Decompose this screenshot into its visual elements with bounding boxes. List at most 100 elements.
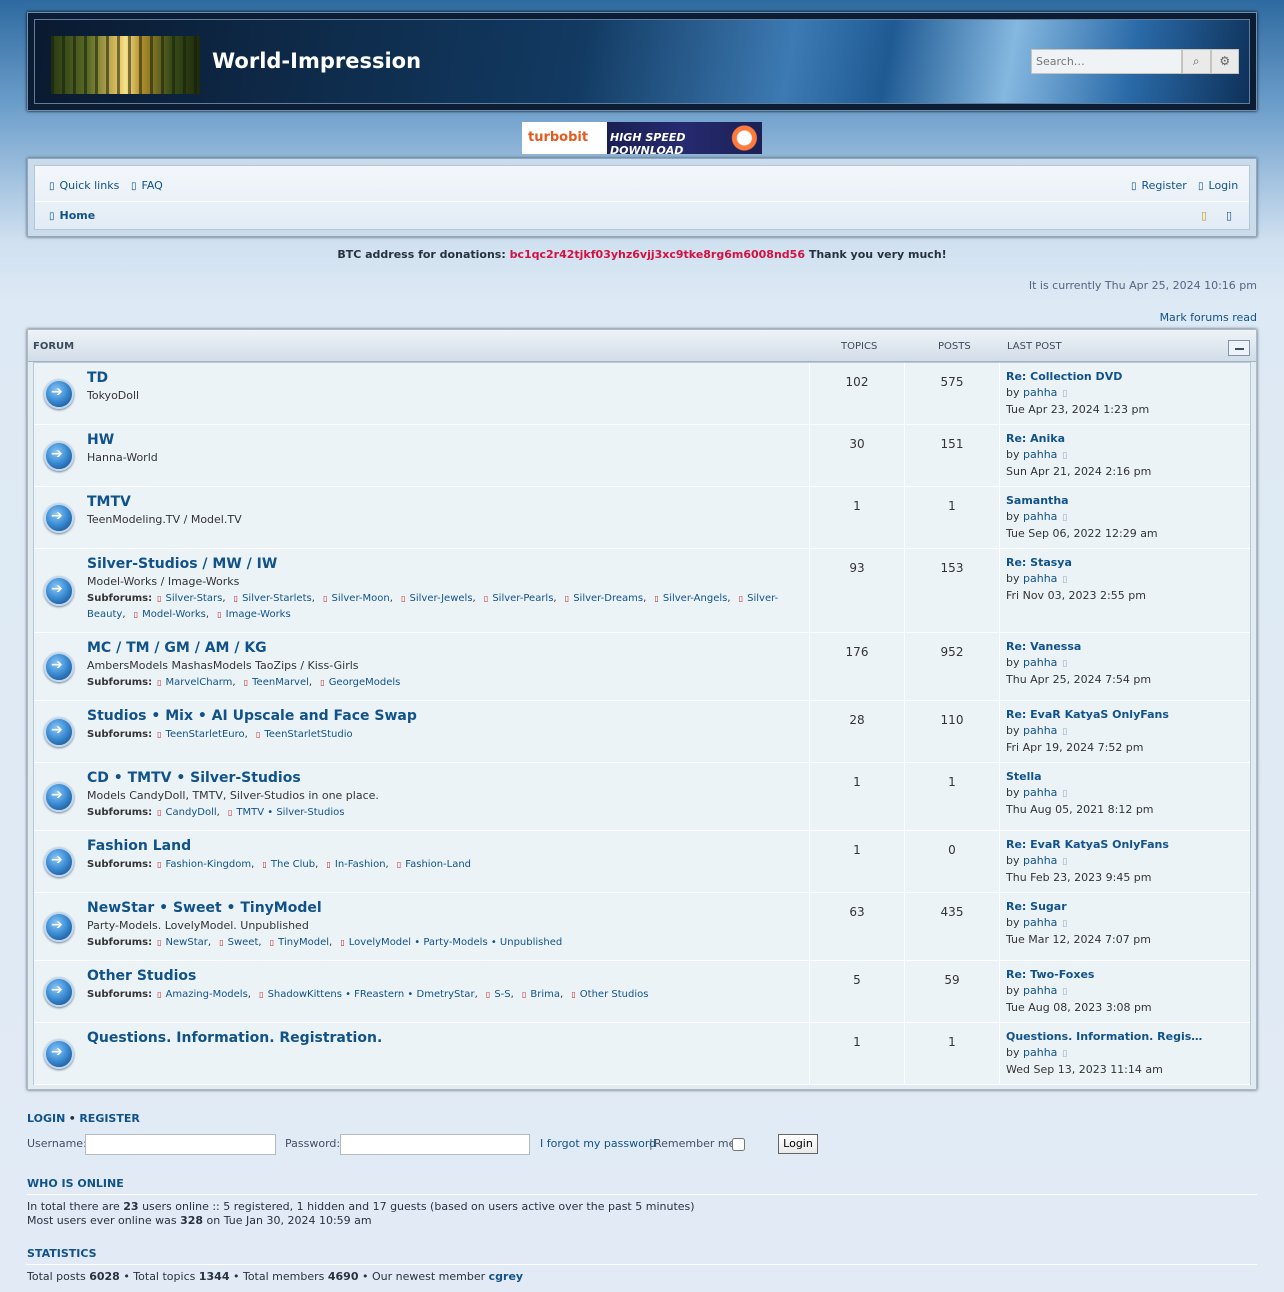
subforum-link[interactable]: LovelyModel • Party-Models • Unpublished xyxy=(349,937,562,948)
last-post-title-link[interactable]: Re: Two-Foxes xyxy=(1006,968,1094,981)
last-post-title-link[interactable]: Re: EvaR KatyaS OnlyFans xyxy=(1006,708,1169,721)
last-post-author-link[interactable]: pahha xyxy=(1023,724,1057,737)
quick-links-link[interactable]: ▯ Quick links xyxy=(49,179,119,192)
last-post-title-link[interactable]: Re: Anika xyxy=(1006,432,1065,445)
forum-title-link[interactable]: Silver-Studios / MW / IW xyxy=(87,556,277,572)
last-post-author-link[interactable]: pahha xyxy=(1023,984,1057,997)
search-icon[interactable]: ⌕ xyxy=(1182,49,1211,74)
last-post-title-link[interactable]: Samantha xyxy=(1006,494,1069,507)
subforum-link[interactable]: Model-Works xyxy=(142,609,206,620)
subforum-link[interactable]: GeorgeModels xyxy=(329,677,401,688)
forum-title-link[interactable]: MC / TM / GM / AM / KG xyxy=(87,640,267,656)
subforum-link[interactable]: TeenMarvel xyxy=(252,677,309,688)
subforum-link[interactable]: CandyDoll xyxy=(166,807,217,818)
login-link[interactable]: ▯ Login xyxy=(1198,179,1238,192)
goto-last-post-icon[interactable]: ▯ xyxy=(1062,659,1067,669)
who-online-heading[interactable]: WHO IS ONLINE xyxy=(27,1177,1257,1195)
goto-last-post-icon[interactable]: ▯ xyxy=(1062,727,1067,737)
site-logo[interactable] xyxy=(51,36,200,94)
subforum-link[interactable]: NewStar xyxy=(166,937,208,948)
goto-last-post-icon[interactable]: ▯ xyxy=(1062,919,1067,929)
ad-banner[interactable]: turbobit HIGH SPEED DOWNLOAD xyxy=(522,122,762,157)
subforum-link[interactable]: Fashion-Land xyxy=(405,859,471,870)
last-post-title-link[interactable]: Re: Collection DVD xyxy=(1006,370,1122,383)
goto-last-post-icon[interactable]: ▯ xyxy=(1062,1049,1067,1059)
last-post-author-link[interactable]: pahha xyxy=(1023,572,1057,585)
last-post-title-link[interactable]: Re: Stasya xyxy=(1006,556,1072,569)
subforum-link[interactable]: Silver-Moon xyxy=(331,593,389,604)
goto-last-post-icon[interactable]: ▯ xyxy=(1062,389,1067,399)
register-heading-link[interactable]: REGISTER xyxy=(79,1112,140,1125)
faq-link[interactable]: ▯ FAQ xyxy=(131,179,163,192)
last-post-author-link[interactable]: pahha xyxy=(1023,854,1057,867)
subforum-link[interactable]: TMTV • Silver-Studios xyxy=(236,807,344,818)
last-post-author-link[interactable]: pahha xyxy=(1023,1046,1057,1059)
search-input[interactable] xyxy=(1031,49,1182,74)
goto-last-post-icon[interactable]: ▯ xyxy=(1062,575,1067,585)
last-post-date: Fri Apr 19, 2024 7:52 pm xyxy=(1006,741,1144,754)
subforum-link[interactable]: Sweet xyxy=(228,937,259,948)
login-heading-link[interactable]: LOGIN xyxy=(27,1112,65,1125)
login-button[interactable]: Login xyxy=(778,1134,818,1154)
last-post-title-link[interactable]: Questions. Information. Regis… xyxy=(1006,1030,1202,1043)
subforum-link[interactable]: TinyModel xyxy=(278,937,329,948)
subforum-link[interactable]: The Club xyxy=(271,859,315,870)
subforum-link[interactable]: TeenStarletEuro xyxy=(166,729,245,740)
mark-forums-read-link[interactable]: Mark forums read xyxy=(1160,311,1257,324)
subforum-link[interactable]: Silver-Jewels xyxy=(410,593,473,604)
subforum-link[interactable]: Silver-Pearls xyxy=(492,593,553,604)
forum-title-link[interactable]: Studios • Mix • AI Upscale and Face Swap xyxy=(87,708,417,724)
newest-member-link[interactable]: cgrey xyxy=(489,1270,523,1283)
forum-title-link[interactable]: Fashion Land xyxy=(87,838,191,854)
collapse-button[interactable] xyxy=(1228,340,1250,356)
forum-title-link[interactable]: NewStar • Sweet • TinyModel xyxy=(87,900,322,916)
register-link[interactable]: ▯ Register xyxy=(1131,179,1187,192)
forgot-password-link[interactable]: I forgot my password xyxy=(540,1137,656,1150)
forum-title-link[interactable]: Questions. Information. Registration. xyxy=(87,1030,382,1046)
subforum-link[interactable]: S-S xyxy=(494,989,510,1000)
last-post-title-link[interactable]: Re: Sugar xyxy=(1006,900,1067,913)
subforum-link[interactable]: In-Fashion xyxy=(335,859,386,870)
forum-title-link[interactable]: TD xyxy=(87,370,108,386)
subforum-list: Subforums: ▯ NewStar, ▯ Sweet, ▯ TinyModel, … xyxy=(87,937,563,948)
last-post-author-link[interactable]: pahha xyxy=(1023,386,1057,399)
goto-last-post-icon[interactable]: ▯ xyxy=(1062,789,1067,799)
last-post-author-link[interactable]: pahha xyxy=(1023,656,1057,669)
subforum-link[interactable]: Silver-Dreams xyxy=(573,593,643,604)
subforum-link[interactable]: TeenStarletStudio xyxy=(264,729,352,740)
forum-title-link[interactable]: HW xyxy=(87,432,114,448)
password-field[interactable] xyxy=(340,1134,530,1155)
last-post-author-link[interactable]: pahha xyxy=(1023,510,1057,523)
goto-last-post-icon[interactable]: ▯ xyxy=(1062,451,1067,461)
last-post-author-link[interactable]: pahha xyxy=(1023,916,1057,929)
last-post-author-link[interactable]: pahha xyxy=(1023,448,1057,461)
subforum-link[interactable]: ShadowKittens • FReastern • DmetryStar xyxy=(268,989,475,1000)
subforum-link[interactable]: Amazing-Models xyxy=(166,989,248,1000)
goto-last-post-icon[interactable]: ▯ xyxy=(1062,857,1067,867)
subforum-link[interactable]: Fashion-Kingdom xyxy=(166,859,252,870)
search-icon[interactable]: ▯ xyxy=(1226,209,1232,222)
last-post-author-link[interactable]: pahha xyxy=(1023,786,1057,799)
gear-icon[interactable]: ⚙ xyxy=(1210,49,1239,74)
subforum-link[interactable]: Silver-Angels xyxy=(663,593,728,604)
username-field[interactable] xyxy=(85,1134,276,1155)
forum-title-link[interactable]: TMTV xyxy=(87,494,131,510)
last-post-title-link[interactable]: Re: Vanessa xyxy=(1006,640,1081,653)
remember-me-checkbox[interactable] xyxy=(732,1138,745,1151)
rss-icon[interactable]: ▯ xyxy=(1201,209,1207,222)
subforum-link[interactable]: MarvelCharm xyxy=(166,677,233,688)
subforum-link[interactable]: Silver-Stars xyxy=(166,593,223,604)
topics-count-cell: 30 xyxy=(809,425,904,486)
goto-last-post-icon[interactable]: ▯ xyxy=(1062,987,1067,997)
last-post-title-link[interactable]: Re: EvaR KatyaS OnlyFans xyxy=(1006,838,1169,851)
subforum-link[interactable]: Silver-Starlets xyxy=(242,593,312,604)
subforum-link[interactable]: Other Studios xyxy=(580,989,649,1000)
forum-title-link[interactable]: CD • TMTV • Silver-Studios xyxy=(87,770,301,786)
subforum-link[interactable]: Brima xyxy=(530,989,560,1000)
forum-title-link[interactable]: Other Studios xyxy=(87,968,196,984)
site-title[interactable]: World-Impression xyxy=(212,49,421,73)
subforum-link[interactable]: Image-Works xyxy=(226,609,291,620)
last-post-title-link[interactable]: Stella xyxy=(1006,770,1042,783)
home-link[interactable]: ▯ Home xyxy=(49,209,95,222)
goto-last-post-icon[interactable]: ▯ xyxy=(1062,513,1067,523)
